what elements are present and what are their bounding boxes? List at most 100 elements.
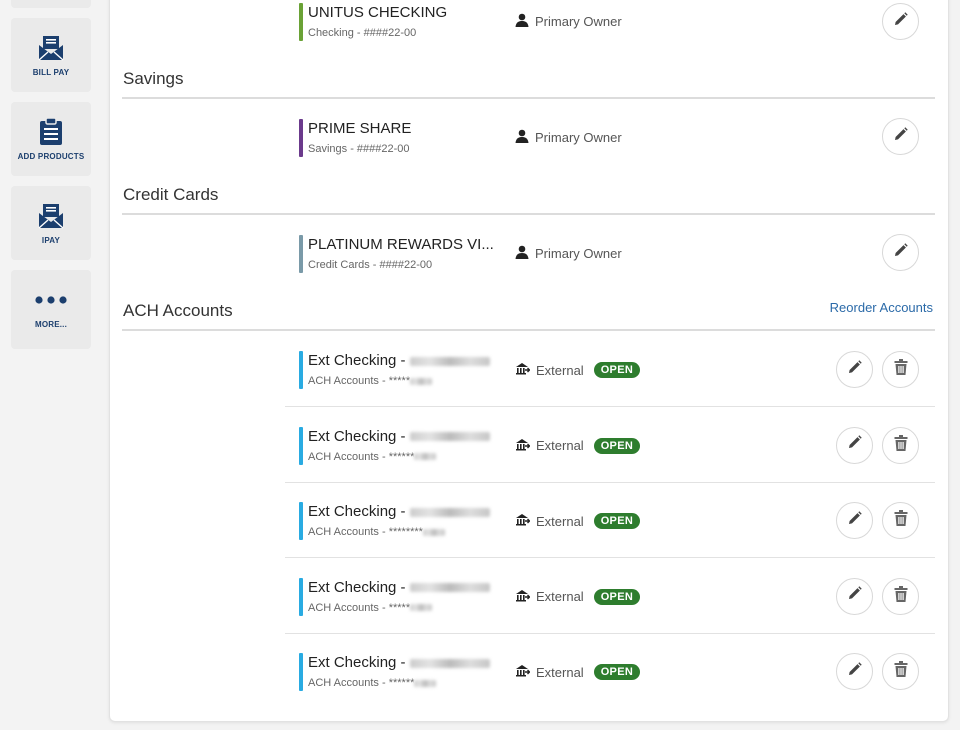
more-dots-icon: [35, 286, 67, 314]
person-icon: [515, 129, 529, 146]
account-row-checking[interactable]: UNITUS CHECKING Checking - ####22-00 Pri…: [285, 0, 935, 75]
account-accent-bar: [299, 426, 303, 465]
delete-button[interactable]: [882, 577, 919, 615]
sidebar-item-bill-pay[interactable]: BILL PAY: [11, 18, 91, 92]
person-icon: [515, 245, 529, 262]
trash-icon: [894, 661, 908, 682]
account-row-ach[interactable]: Ext Checking - ACH Accounts - ****** Ext…: [285, 424, 935, 499]
external-bank-icon: [515, 438, 531, 454]
owner-label: External: [536, 513, 584, 529]
status-badge: OPEN: [593, 513, 641, 529]
pencil-icon: [893, 11, 908, 32]
masked-account-suffix: [414, 679, 437, 687]
account-accent-bar: [299, 653, 303, 691]
account-name: Ext Checking -: [308, 428, 490, 445]
edit-button[interactable]: [882, 118, 919, 155]
account-subtitle: ACH Accounts - *****: [308, 601, 433, 614]
account-name: Ext Checking -: [308, 654, 490, 671]
masked-account-number: [409, 583, 490, 593]
account-name: UNITUS CHECKING: [308, 4, 448, 21]
account-accent-bar: [299, 119, 303, 157]
edit-button[interactable]: [836, 653, 873, 690]
account-name-text: Ext Checking -: [308, 654, 410, 671]
account-subtitle: ACH Accounts - ********: [308, 526, 445, 538]
section-divider: [122, 213, 935, 215]
delete-button[interactable]: [882, 426, 919, 464]
account-owner: External OPEN: [515, 437, 641, 454]
person-icon: [515, 13, 529, 30]
section-title-savings: Savings: [123, 69, 184, 88]
owner-label: Primary Owner: [535, 246, 622, 261]
account-accent-bar: [299, 3, 303, 41]
section-divider: [122, 97, 935, 99]
pencil-icon: [893, 126, 908, 147]
sidebar-item-more[interactable]: MORE...: [11, 270, 91, 349]
owner-label: External: [536, 362, 584, 378]
pencil-icon: [847, 586, 862, 606]
owner-label: External: [536, 589, 584, 604]
edit-button[interactable]: [882, 3, 919, 40]
delete-button[interactable]: [882, 502, 919, 539]
account-row-credit-card[interactable]: PLATINUM REWARDS VI... Credit Cards - ##…: [285, 232, 935, 307]
account-subtitle-text: ACH Accounts - ******: [308, 677, 415, 689]
account-name: Ext Checking -: [308, 352, 490, 369]
account-name: Ext Checking -: [308, 503, 490, 520]
account-row-savings[interactable]: PRIME SHARE Savings - ####22-00 Primary …: [285, 116, 935, 191]
account-owner: Primary Owner: [515, 129, 622, 146]
account-name-text: Ext Checking -: [308, 503, 410, 520]
sidebar-item-label: MORE...: [34, 320, 68, 329]
account-subtitle-text: ACH Accounts - *****: [308, 375, 411, 387]
owner-label: Primary Owner: [535, 130, 622, 145]
owner-label: External: [536, 438, 584, 453]
masked-account-number: [409, 658, 490, 668]
delete-button[interactable]: [882, 653, 919, 690]
section-title-ach-accounts: ACH Accounts: [123, 301, 233, 320]
row-divider: [285, 557, 935, 558]
section-title-credit-cards: Credit Cards: [123, 185, 219, 204]
external-bank-icon: [515, 362, 531, 378]
account-subtitle-text: ACH Accounts - *****: [308, 601, 411, 614]
section-divider: [122, 329, 935, 331]
sidebar-item-label: BILL PAY: [32, 68, 70, 77]
account-name: Ext Checking -: [308, 579, 490, 596]
masked-account-number: [409, 356, 490, 366]
account-name-text: Ext Checking -: [308, 427, 410, 445]
edit-button[interactable]: [836, 502, 873, 539]
account-subtitle: ACH Accounts - ******: [308, 677, 437, 689]
account-name: PLATINUM REWARDS VI...: [308, 236, 494, 253]
account-accent-bar: [299, 351, 303, 389]
account-row-ach[interactable]: Ext Checking - ACH Accounts - ******** E…: [285, 499, 935, 574]
pencil-icon: [847, 510, 862, 531]
account-subtitle: ACH Accounts - *****: [308, 375, 433, 387]
sidebar-item-add-products[interactable]: ADD PRODUCTS: [11, 102, 91, 176]
row-divider: [285, 481, 935, 483]
row-divider: [285, 406, 935, 407]
edit-button[interactable]: [836, 577, 873, 615]
external-bank-icon: [515, 589, 531, 605]
pencil-icon: [893, 242, 908, 263]
pencil-icon: [847, 359, 862, 380]
account-row-ach[interactable]: Ext Checking - ACH Accounts - ****** Ext…: [285, 650, 935, 725]
account-subtitle: ACH Accounts - ******: [308, 451, 437, 463]
status-badge: OPEN: [593, 588, 641, 605]
delete-button[interactable]: [882, 351, 919, 388]
account-row-ach[interactable]: Ext Checking - ACH Accounts - ***** Exte…: [285, 348, 935, 423]
sidebar-item-partial[interactable]: [11, 0, 91, 8]
account-owner: External OPEN: [515, 513, 641, 529]
edit-button[interactable]: [836, 351, 873, 388]
masked-account-number: [409, 432, 490, 442]
trash-icon: [894, 359, 908, 380]
account-name-text: Ext Checking -: [308, 352, 410, 369]
pencil-icon: [847, 435, 862, 455]
edit-button[interactable]: [882, 234, 919, 271]
edit-button[interactable]: [836, 426, 873, 464]
masked-account-suffix: [422, 528, 445, 536]
account-accent-bar: [299, 577, 303, 616]
account-row-ach[interactable]: Ext Checking - ACH Accounts - ***** Exte…: [285, 575, 935, 650]
reorder-accounts-link[interactable]: Reorder Accounts: [830, 300, 933, 315]
account-subtitle: Credit Cards - ####22-00: [308, 259, 433, 271]
sidebar-item-ipay[interactable]: IPAY: [11, 186, 91, 260]
account-name: PRIME SHARE: [308, 120, 412, 137]
trash-icon: [894, 510, 908, 531]
owner-label: Primary Owner: [535, 14, 622, 29]
